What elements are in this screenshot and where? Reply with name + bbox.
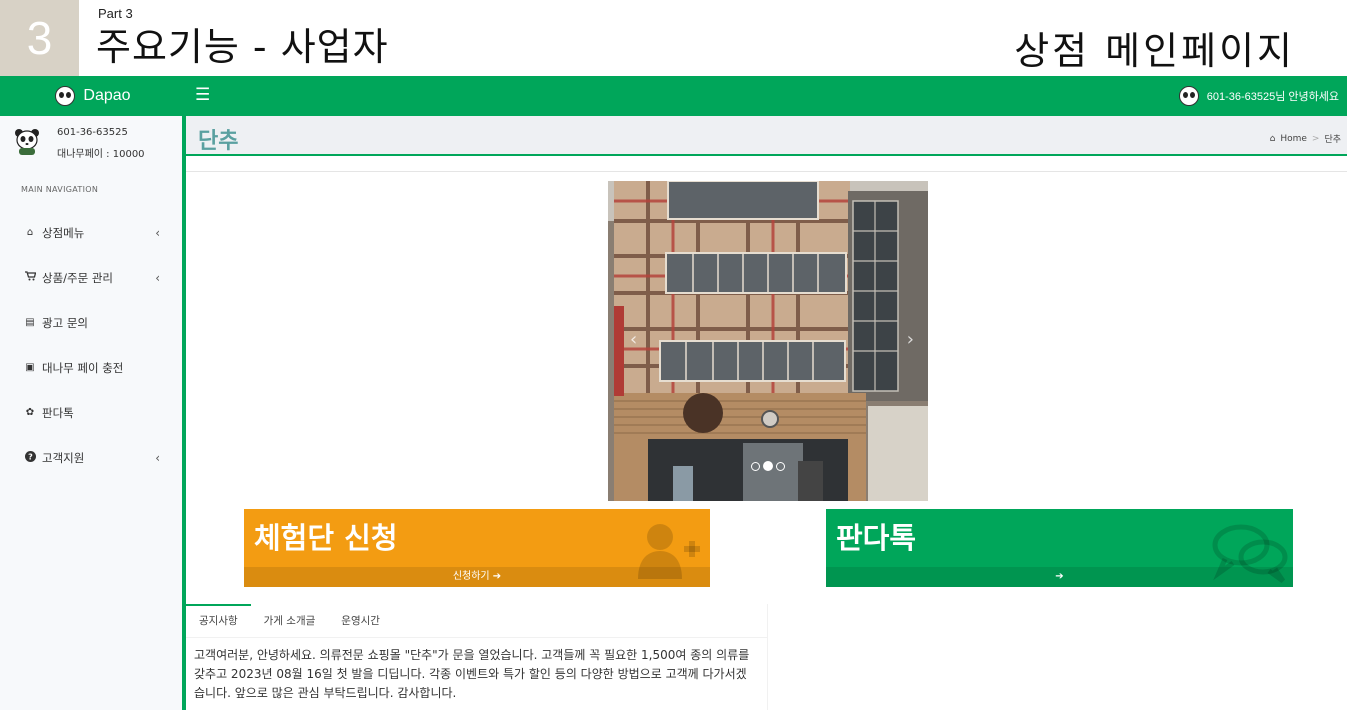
- sidebar: 601-36-63525 대나무페이 : 10000 MAIN NAVIGATI…: [0, 116, 186, 710]
- pandatalk-box: 판다톡 ➔: [826, 509, 1293, 587]
- user-panel: 601-36-63525 대나무페이 : 10000: [0, 116, 182, 172]
- sidebar-item-label: 고객지원: [42, 450, 85, 465]
- sidebar-item-customer-support[interactable]: ? 고객지원 ‹: [0, 435, 182, 480]
- paw-icon: ✿: [25, 407, 35, 418]
- notice-text: 고객여러분, 안녕하세요. 의류전문 쇼핑몰 "단추"가 문을 열었습니다. 고…: [194, 648, 750, 700]
- carousel-prev-icon[interactable]: ‹: [630, 329, 637, 350]
- trial-group-box: 체험단 신청 신청하기 ➔: [244, 509, 710, 587]
- sidebar-item-ad-inquiry[interactable]: ▤ 광고 문의: [0, 300, 182, 345]
- trial-group-title: 체험단 신청: [254, 521, 398, 555]
- breadcrumb-home-link[interactable]: Home: [1280, 134, 1307, 144]
- sidebar-item-label: 판다톡: [42, 405, 74, 420]
- chevron-left-icon: ‹: [155, 270, 160, 285]
- slide-number: 3: [0, 0, 79, 76]
- trial-apply-link[interactable]: 신청하기 ➔: [244, 567, 710, 587]
- tab-business-hours[interactable]: 운영시간: [328, 604, 393, 637]
- sidebar-item-label: 상점메뉴: [42, 225, 85, 240]
- slide-header: 3 Part 3 주요기능 - 사업자 상점 메인페이지: [0, 0, 1347, 76]
- sidebar-toggle-icon[interactable]: ☰: [195, 85, 210, 105]
- top-navbar: Dapao ☰ 601-36-63525님 안녕하세요: [0, 76, 1347, 116]
- sidebar-menu: ⌂ 상점메뉴 ‹ 상품/주문 관리 ‹ ▤ 광고 문의 ▣ 대나무 페이 충전 …: [0, 210, 182, 480]
- carousel-indicator-active[interactable]: [763, 461, 773, 471]
- home-icon: ⌂: [26, 227, 34, 238]
- chevron-left-icon: ‹: [155, 225, 160, 240]
- store-info-tabs: 공지사항 가게 소개글 운영시간 고객여러분, 안녕하세요. 의류전문 쇼핑몰 …: [186, 604, 768, 710]
- breadcrumb-current: 단추: [1324, 135, 1341, 145]
- carousel-indicator[interactable]: [776, 462, 785, 471]
- question-icon: ?: [23, 450, 37, 465]
- brand-name: Dapao: [83, 87, 131, 104]
- brand-logo[interactable]: Dapao: [0, 76, 186, 116]
- tab-store-intro[interactable]: 가게 소개글: [251, 604, 329, 637]
- pandatalk-link[interactable]: ➔: [826, 567, 1293, 587]
- pandatalk-title: 판다톡: [836, 521, 917, 555]
- panda-avatar-icon: [15, 129, 39, 155]
- slide-right-title: 상점 메인페이지: [1014, 29, 1295, 73]
- sidebar-item-label: 대나무 페이 충전: [42, 360, 124, 375]
- breadcrumb-separator: >: [1311, 133, 1320, 144]
- user-avatar-icon: [1178, 86, 1199, 106]
- cart-icon: [23, 271, 37, 284]
- divider: [186, 171, 1347, 172]
- tab-notice[interactable]: 공지사항: [186, 604, 251, 637]
- money-icon: ▣: [25, 362, 35, 373]
- chevron-left-icon: ‹: [155, 450, 160, 465]
- user-menu[interactable]: 601-36-63525님 안녕하세요: [1178, 76, 1339, 116]
- sidebar-item-store-menu[interactable]: ⌂ 상점메뉴 ‹: [0, 210, 182, 255]
- bamboo-pay-balance: 대나무페이 : 10000: [57, 149, 145, 160]
- user-id: 601-36-63525: [57, 127, 128, 138]
- store-photo: [608, 181, 928, 501]
- sidebar-item-label: 상품/주문 관리: [42, 270, 114, 285]
- page-title: 단추: [198, 129, 239, 154]
- slide-title: 주요기능 - 사업자: [96, 25, 389, 69]
- home-icon: ⌂: [1269, 133, 1276, 144]
- sidebar-item-label: 광고 문의: [42, 315, 88, 330]
- tab-bar: 공지사항 가게 소개글 운영시간: [186, 604, 767, 638]
- carousel-next-icon[interactable]: ›: [907, 329, 914, 350]
- carousel-indicator[interactable]: [751, 462, 760, 471]
- carousel-indicators: [751, 461, 785, 471]
- sidebar-item-products-orders[interactable]: 상품/주문 관리 ‹: [0, 255, 182, 300]
- sidebar-item-pandatalk[interactable]: ✿ 판다톡: [0, 390, 182, 435]
- store-image-carousel[interactable]: ‹ ›: [608, 181, 928, 501]
- breadcrumb: ⌂ Home > 단추: [1269, 132, 1341, 146]
- newspaper-icon: ▤: [25, 317, 35, 328]
- nav-header: MAIN NAVIGATION: [21, 185, 99, 194]
- user-greeting: 601-36-63525님 안녕하세요: [1206, 91, 1339, 103]
- panda-logo-icon: [55, 86, 76, 106]
- content-header: 단추 ⌂ Home > 단추: [186, 116, 1347, 156]
- svg-text:?: ?: [28, 452, 33, 461]
- sidebar-item-bamboo-pay-charge[interactable]: ▣ 대나무 페이 충전: [0, 345, 182, 390]
